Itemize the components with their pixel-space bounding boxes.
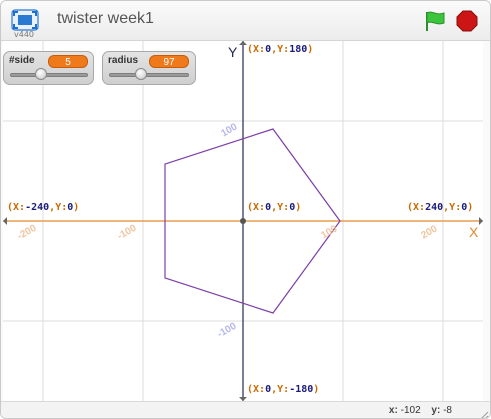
monitor-value: 97 (149, 55, 189, 68)
monitor-label: #side (9, 55, 35, 66)
resize-grip-icon[interactable] (479, 406, 489, 418)
coord-label-bottom: (X:0,Y:-180) (247, 384, 320, 395)
green-flag-icon[interactable] (423, 10, 447, 32)
monitor-radius[interactable]: radius 97 (102, 51, 196, 85)
mouse-y-value: -8 (443, 405, 452, 416)
mouse-coordinates: x: -102 y: -8 (389, 405, 460, 416)
stage-grid (3, 41, 483, 401)
slider-track[interactable] (10, 73, 88, 77)
coord-label-right: (X:240,Y:0) (407, 202, 474, 213)
stop-sign-icon[interactable] (456, 10, 478, 32)
slider-knob[interactable] (135, 68, 147, 80)
x-axis-arrow-right (479, 217, 483, 225)
origin-dot (240, 218, 246, 224)
mouse-y-label: y: (431, 405, 441, 416)
slider-track[interactable] (109, 73, 189, 77)
mouse-x-value: -102 (400, 405, 421, 416)
monitor-label: radius (108, 55, 139, 66)
player-window: v440 twister week1 Y X (X:0,Y:180) (X:0,… (0, 0, 491, 419)
coord-label-center: (X:0,Y:0) (247, 202, 302, 213)
project-title: twister week1 (57, 10, 154, 27)
stage[interactable]: Y X (X:0,Y:180) (X:0,Y:-180) (X:-240,Y:0… (3, 41, 483, 401)
y-axis-letter: Y (228, 44, 238, 60)
title-bar: v440 twister week1 (1, 1, 490, 41)
fullscreen-icon[interactable] (11, 9, 39, 31)
mouse-x-label: x: (388, 405, 398, 416)
monitor-side[interactable]: #side 5 (3, 51, 94, 85)
slider-knob[interactable] (35, 68, 48, 80)
coord-label-left: (X:-240,Y:0) (7, 202, 80, 213)
y-axis-arrow-top (239, 41, 247, 45)
version-label: v440 (14, 30, 35, 39)
x-axis-arrow-left (3, 217, 7, 225)
coord-label-top: (X:0,Y:180) (247, 44, 314, 55)
monitor-value: 5 (48, 55, 88, 68)
status-bar: x: -102 y: -8 (1, 401, 490, 418)
x-axis-letter: X (469, 224, 479, 240)
